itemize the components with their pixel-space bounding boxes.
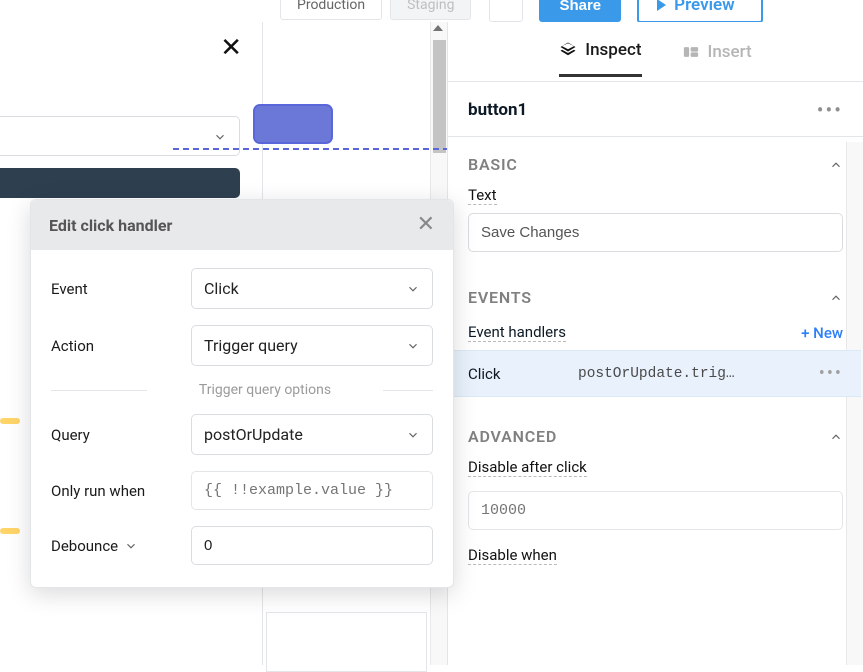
only-run-input[interactable] [191,471,433,510]
section-title-basic: BASIC [468,155,518,174]
section-title-advanced: ADVANCED [468,427,557,446]
handler-action: postOrUpdate.trig… [578,366,809,382]
chevron-down-icon [406,339,420,353]
separator-text: Trigger query options [159,382,371,398]
separator-line [383,390,433,391]
disable-after-input[interactable] [468,491,843,530]
settings-dark-bar [0,168,240,198]
only-run-label: Only run when [51,482,191,500]
toolbar-square[interactable] [489,0,523,22]
chevron-down-icon [406,282,420,296]
section-header-basic[interactable]: BASIC [468,137,843,186]
separator-line [51,390,147,391]
query-select[interactable]: postOrUpdate [191,414,433,455]
chevron-down-icon[interactable] [124,539,138,553]
chevron-up-icon [829,430,843,444]
component-name[interactable]: button1 [468,100,527,120]
event-handlers-label: Event handlers [468,323,566,342]
settings-select[interactable] [0,116,240,156]
canvas-outline [266,612,427,672]
debounce-label: Debounce [51,537,191,555]
edit-handler-modal: Edit click handler ✕ Event Click Action … [30,199,454,588]
action-select-value: Trigger query [204,336,298,355]
tab-inspect-label: Inspect [585,40,641,60]
tab-insert-label: Insert [708,42,752,62]
handler-event: Click [468,365,578,383]
chevron-down-icon [406,428,420,442]
modal-close-icon[interactable]: ✕ [417,214,435,236]
settings-panel: ✕ gs [0,25,260,218]
modal-title: Edit click handler [49,216,172,235]
env-tab-staging[interactable]: Staging [390,0,471,20]
text-field-input[interactable] [468,213,843,252]
play-icon [657,0,666,11]
query-label: Query [51,426,191,444]
section-header-advanced[interactable]: ADVANCED [468,409,843,458]
disable-after-label: Disable after click [468,458,587,477]
close-icon[interactable]: ✕ [220,33,242,63]
yellow-divider [0,528,20,534]
chevron-up-icon [829,158,843,172]
event-select[interactable]: Click [191,268,433,309]
component-menu-icon[interactable]: ••• [817,98,843,122]
action-label: Action [51,337,191,355]
action-select[interactable]: Trigger query [191,325,433,366]
chevron-down-icon [213,130,227,144]
chevron-up-icon [829,291,843,305]
layers-icon [559,41,577,59]
preview-button[interactable]: Preview [637,0,763,23]
tab-insert[interactable]: Insert [682,28,752,76]
text-field-label: Text [468,186,497,205]
section-header-events[interactable]: EVENTS [468,270,843,319]
event-select-value: Click [204,279,239,298]
scrollbar-thumb[interactable] [433,40,446,153]
yellow-divider [0,418,20,424]
disable-when-label: Disable when [468,546,557,565]
preview-label: Preview [674,0,735,15]
inspector-panel: Inspect Insert button1 ••• BASIC Text EV… [447,22,863,665]
event-label: Event [51,280,191,298]
share-button[interactable]: Share [539,0,621,22]
section-title-events: EVENTS [468,288,532,307]
debounce-input[interactable] [191,526,433,565]
inspector-scrollbar[interactable] [846,142,863,665]
tab-inspect[interactable]: Inspect [559,26,641,77]
handler-menu-icon[interactable]: ••• [819,363,843,384]
query-select-value: postOrUpdate [204,425,303,444]
scroll-up-icon[interactable] [433,25,443,31]
handler-row[interactable]: Click postOrUpdate.trig… ••• [450,350,861,397]
env-tab-production[interactable]: Production [280,0,382,20]
new-handler-button[interactable]: + New [801,324,843,342]
canvas-button-component[interactable] [253,104,333,144]
insert-icon [682,43,700,61]
